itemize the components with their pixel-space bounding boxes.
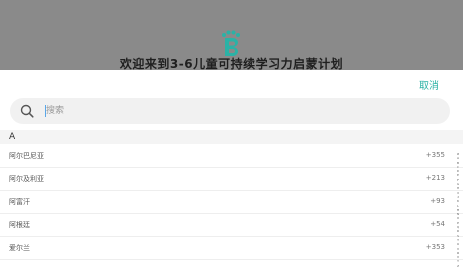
search-bar[interactable]	[10, 98, 450, 124]
list-item[interactable]: 阿尔巴尼亚 +355	[0, 145, 463, 168]
country-name: 爱尔兰	[9, 244, 30, 252]
overlay-backdrop[interactable]: 欢迎来到3-6儿童可持续学习力启蒙计划	[0, 0, 463, 71]
paw-b-logo-icon	[222, 30, 240, 56]
dial-code: +54	[430, 220, 445, 228]
country-picker-sheet: 取消 A 阿尔巴尼亚 +355 阿尔及利亚 +213 阿富汗 +93 阿根廷 +…	[0, 70, 463, 268]
country-name: 阿尔巴尼亚	[9, 152, 44, 160]
search-icon	[20, 104, 34, 118]
country-list: 阿尔巴尼亚 +355 阿尔及利亚 +213 阿富汗 +93 阿根廷 +54 爱尔…	[0, 145, 463, 260]
alphabet-index-bar[interactable]: # A B C D E F G H I J K L M N O P Q R S T U V W X Y Z	[453, 152, 463, 272]
dial-code: +93	[430, 197, 445, 205]
country-name: 阿富汗	[9, 198, 30, 206]
search-input[interactable]	[46, 102, 436, 120]
section-header-a: A	[0, 130, 463, 144]
dial-code: +353	[425, 243, 445, 251]
cancel-button[interactable]: 取消	[419, 77, 439, 92]
dial-code: +213	[425, 174, 445, 182]
country-name: 阿尔及利亚	[9, 175, 44, 183]
dial-code: +355	[425, 151, 445, 159]
index-letter[interactable]: Z	[457, 264, 459, 268]
list-item[interactable]: 爱尔兰 +353	[0, 237, 463, 260]
list-item[interactable]: 阿根廷 +54	[0, 214, 463, 237]
list-item[interactable]: 阿尔及利亚 +213	[0, 168, 463, 191]
list-item[interactable]: 阿富汗 +93	[0, 191, 463, 214]
country-name: 阿根廷	[9, 221, 30, 229]
